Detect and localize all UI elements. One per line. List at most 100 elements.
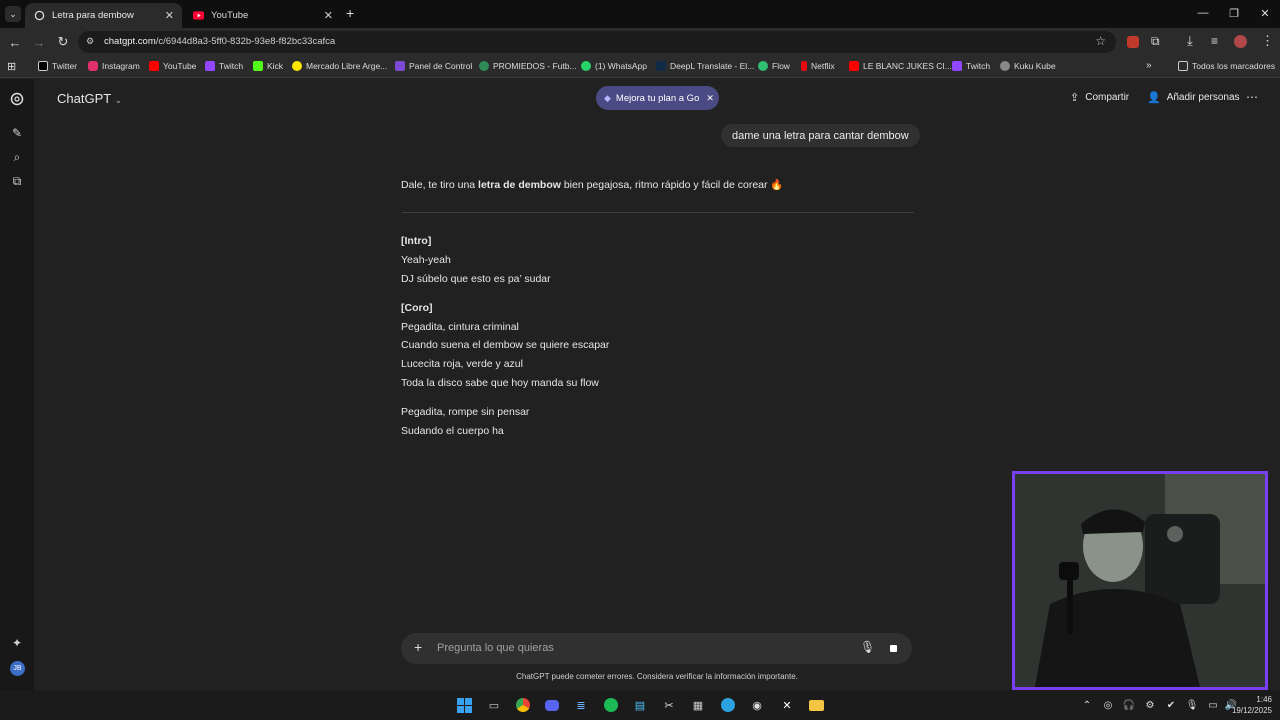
app-icon[interactable]: ≣ [572, 696, 590, 714]
lyric-line: DJ súbelo que esto es pa’ sudar [401, 273, 551, 285]
snipping-tool-icon[interactable]: ✂ [660, 696, 678, 714]
tab-title: Letra para dembow [52, 10, 134, 21]
model-selector[interactable]: ChatGPT ⌄ [57, 91, 122, 106]
user-message: dame una letra para cantar dembow [721, 124, 920, 147]
calculator-icon[interactable]: ▦ [689, 696, 707, 714]
windows-start-icon[interactable] [455, 696, 473, 714]
bookmark-twitter[interactable]: Twitter [38, 61, 77, 71]
flow-icon [758, 61, 768, 71]
downloads-icon[interactable]: ⤓ [1187, 33, 1193, 49]
bookmark-whatsapp[interactable]: (1) WhatsApp [581, 61, 647, 71]
divider [402, 212, 914, 213]
capcut-icon[interactable]: ✕ [778, 696, 796, 714]
headset-icon[interactable]: 🎧 [1120, 696, 1138, 714]
site-info-icon[interactable]: ⚙ [86, 36, 94, 47]
new-tab-button[interactable]: + [346, 5, 354, 21]
bookmark-instagram[interactable]: Instagram [88, 61, 140, 71]
youtube-icon [192, 10, 204, 22]
library-icon[interactable]: ⧉ [9, 173, 25, 189]
x-icon [38, 61, 48, 71]
bookmark-twitch[interactable]: Twitch [205, 61, 243, 71]
bookmark-youtube[interactable]: YouTube [149, 61, 196, 71]
chrome-icon[interactable] [514, 696, 532, 714]
all-bookmarks[interactable]: Todos los marcadores [1178, 61, 1275, 71]
profile-avatar[interactable] [1234, 35, 1247, 48]
bookmark-promiedos[interactable]: PROMIEDOS - Futb... [479, 61, 577, 71]
steam-icon[interactable]: ⚙ [1141, 696, 1159, 714]
adblock-icon[interactable] [1127, 36, 1139, 48]
new-chat-icon[interactable]: ✎ [9, 125, 25, 141]
more-options-icon[interactable]: ⋯ [1246, 90, 1258, 104]
netflix-icon [801, 61, 807, 71]
bookmark-deepl[interactable]: DeepL Translate - El... [656, 61, 754, 71]
panel-icon [395, 61, 405, 71]
close-icon[interactable]: ✕ [706, 93, 714, 104]
bookmark-flow[interactable]: Flow [758, 61, 790, 71]
bookmark-netflix[interactable]: Netflix [801, 61, 835, 71]
stop-button[interactable] [884, 639, 903, 658]
lyric-line: Lucecita roja, verde y azul [401, 358, 523, 370]
bookmark-kick[interactable]: Kick [253, 61, 283, 71]
reload-icon[interactable]: ↻ [55, 34, 71, 50]
menu-icon[interactable]: ⋮ [1261, 33, 1274, 49]
forward-icon[interactable]: → [31, 34, 47, 50]
add-people-button[interactable]: 👤 Añadir personas [1147, 91, 1240, 104]
microphone-icon[interactable]: 🎙 [860, 640, 875, 654]
youtube-icon [149, 61, 159, 71]
plus-icon[interactable]: + [414, 639, 422, 655]
tab-search-button[interactable]: ⌄ [5, 6, 21, 22]
media-icon[interactable]: ≡ [1211, 34, 1218, 48]
bookmark-twitch-2[interactable]: Twitch [952, 61, 990, 71]
composer: + 🎙 [401, 633, 912, 664]
chevron-right-icon[interactable]: » [1146, 60, 1152, 71]
address-bar[interactable]: ⚙ chatgpt.com/c/6944d8a3-5ff0-832b-93e8-… [78, 31, 1116, 53]
microphone-icon[interactable]: 🎙 [1183, 696, 1201, 714]
diamond-icon: ◆ [604, 92, 611, 103]
network-icon[interactable]: ▭ [1204, 696, 1222, 714]
whatsapp-icon [581, 61, 591, 71]
lyric-line: Sudando el cuerpo ha [401, 425, 504, 437]
sidebar-rail: ✎ ⌕ ⧉ ✦ JB [0, 79, 34, 690]
taskbar: ▭ ≣ ▤ ✂ ▦ ◉ ✕ ⌃ ◎ 🎧 ⚙ ✔ 🎙 ▭ 🔊 1:46 19/12/… [0, 690, 1280, 720]
notepad-icon[interactable]: ▤ [631, 696, 649, 714]
add-person-icon: 👤 [1147, 92, 1161, 104]
chatgpt-icon [33, 10, 45, 22]
chevron-up-icon[interactable]: ⌃ [1078, 696, 1096, 714]
restore-button[interactable]: ❐ [1219, 4, 1249, 22]
obs-icon[interactable]: ◉ [748, 696, 766, 714]
youtube-icon [849, 61, 859, 71]
openai-logo-icon[interactable] [9, 91, 25, 107]
share-button[interactable]: ⇪ Compartir [1070, 91, 1129, 104]
apps-icon[interactable]: ⊞ [7, 60, 16, 73]
telegram-icon[interactable] [719, 696, 737, 714]
bookmark-le-blanc[interactable]: LE BLANC JUKES CI... [849, 61, 952, 71]
globe-icon [1000, 61, 1010, 71]
upgrade-banner[interactable]: ◆ Mejora tu plan a Go ✕ [596, 86, 719, 110]
spotify-icon[interactable] [602, 696, 620, 714]
tray-icon[interactable]: ◎ [1099, 696, 1117, 714]
search-icon[interactable]: ⌕ [9, 149, 25, 165]
bookmark-panel-control[interactable]: Panel de Control [395, 61, 472, 71]
task-view-icon[interactable]: ▭ [485, 696, 503, 714]
bookmark-star-icon[interactable]: ☆ [1095, 34, 1106, 48]
close-window-button[interactable]: ✕ [1250, 4, 1280, 22]
lyric-line: Cuando suena el dembow se quiere escapar [401, 339, 610, 351]
bookmark-kuku-kube[interactable]: Kuku Kube [1000, 61, 1056, 71]
file-explorer-icon[interactable] [807, 696, 825, 714]
tab-chatgpt[interactable]: Letra para dembow ✕ [25, 3, 182, 28]
check-icon[interactable]: ✔ [1162, 696, 1180, 714]
bookmark-mercado-libre[interactable]: Mercado Libre Arge... [292, 61, 387, 71]
extensions-icon[interactable]: ⧉ [1151, 34, 1160, 49]
close-icon[interactable]: ✕ [324, 9, 333, 22]
minimize-button[interactable]: — [1188, 4, 1218, 22]
back-icon[interactable]: ← [7, 34, 23, 50]
prompt-input[interactable] [437, 640, 857, 656]
twitch-icon [952, 61, 962, 71]
close-icon[interactable]: ✕ [165, 9, 174, 22]
tab-title: YouTube [211, 10, 249, 21]
chevron-down-icon: ⌄ [114, 95, 123, 105]
clock[interactable]: 1:46 19/12/2025 [1232, 694, 1272, 716]
sparkle-icon[interactable]: ✦ [9, 635, 25, 651]
discord-icon[interactable] [543, 696, 561, 714]
tab-youtube[interactable]: YouTube ✕ [184, 3, 341, 28]
